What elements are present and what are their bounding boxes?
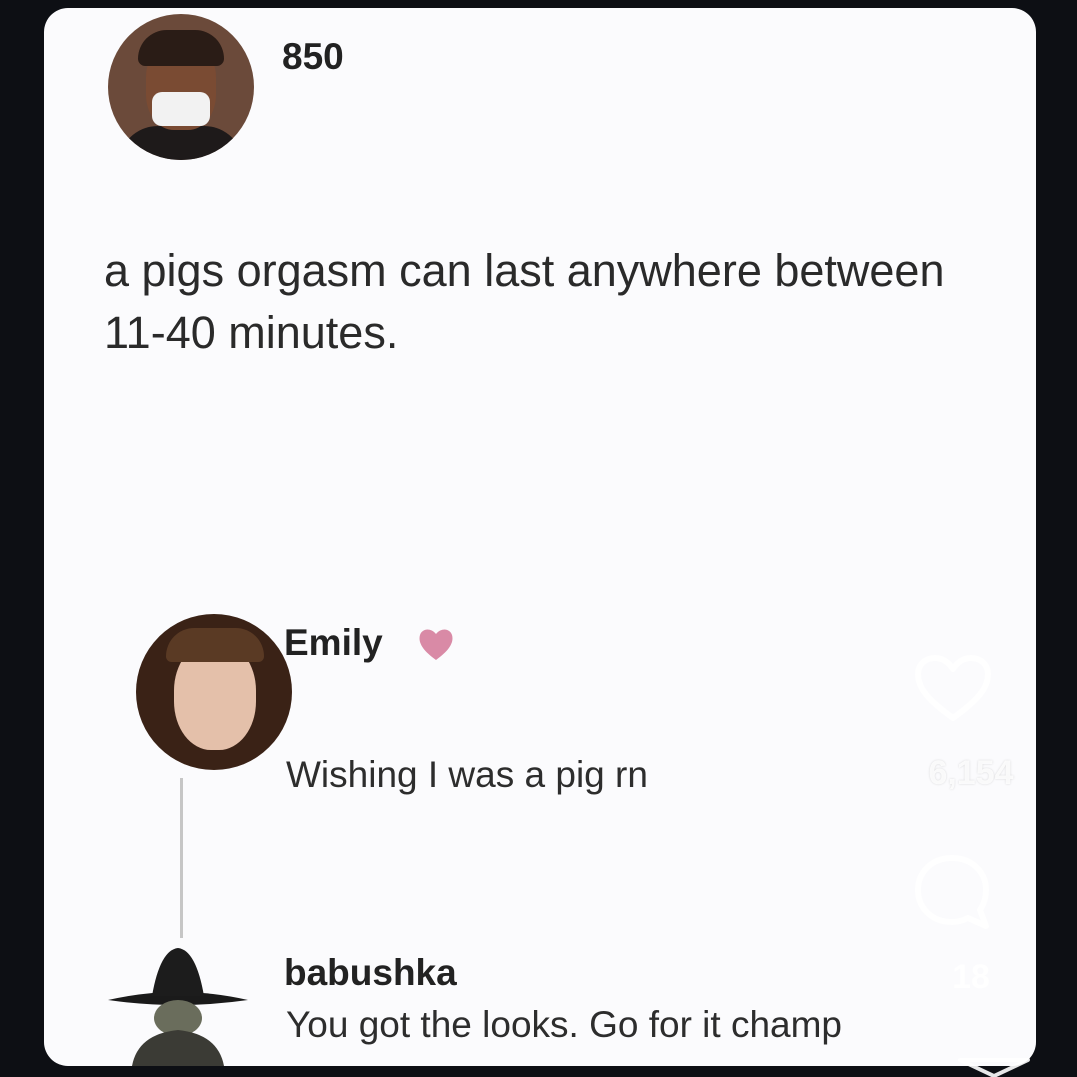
comment-avatar-emily[interactable] xyxy=(136,614,292,770)
post-author-avatar[interactable] xyxy=(108,14,254,160)
comment-author-babushka[interactable]: babushka xyxy=(284,952,457,994)
comment-text-babushka: You got the looks. Go for it champ xyxy=(286,1004,843,1045)
comment-count: 18 xyxy=(952,958,990,996)
pink-heart-icon xyxy=(419,629,453,660)
heart-outline-icon[interactable] xyxy=(912,652,994,724)
comment-avatar-babushka[interactable] xyxy=(108,944,248,1066)
post-author-name[interactable]: 850 xyxy=(282,36,344,78)
like-count: 6,154 xyxy=(928,754,1014,792)
comment-author-emily[interactable]: Emily xyxy=(284,622,383,664)
comment-text-emily: Wishing I was a pig rn xyxy=(286,754,648,795)
speech-bubble-icon[interactable] xyxy=(910,850,994,934)
reply-thread-line xyxy=(180,778,183,938)
post-text: a pigs orgasm can last anywhere between … xyxy=(104,245,945,358)
paper-plane-icon[interactable] xyxy=(956,1058,1032,1077)
post-card: 850 a pigs orgasm can last anywhere betw… xyxy=(44,8,1036,1066)
